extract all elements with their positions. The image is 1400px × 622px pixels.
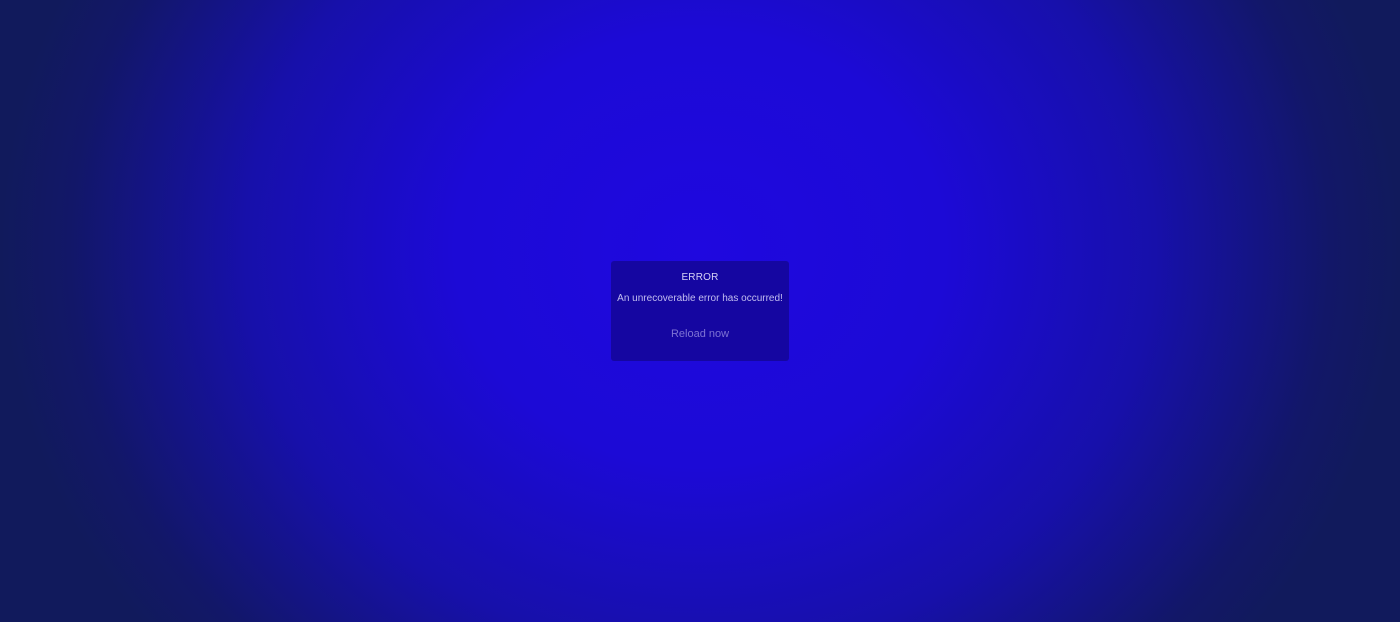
- error-dialog: ERROR An unrecoverable error has occurre…: [611, 261, 789, 361]
- error-message: An unrecoverable error has occurred!: [617, 293, 783, 304]
- error-title: ERROR: [681, 272, 719, 283]
- error-page: { "dialog": { "title": "ERROR", "message…: [0, 0, 1400, 622]
- reload-now-button[interactable]: Reload now: [671, 328, 729, 341]
